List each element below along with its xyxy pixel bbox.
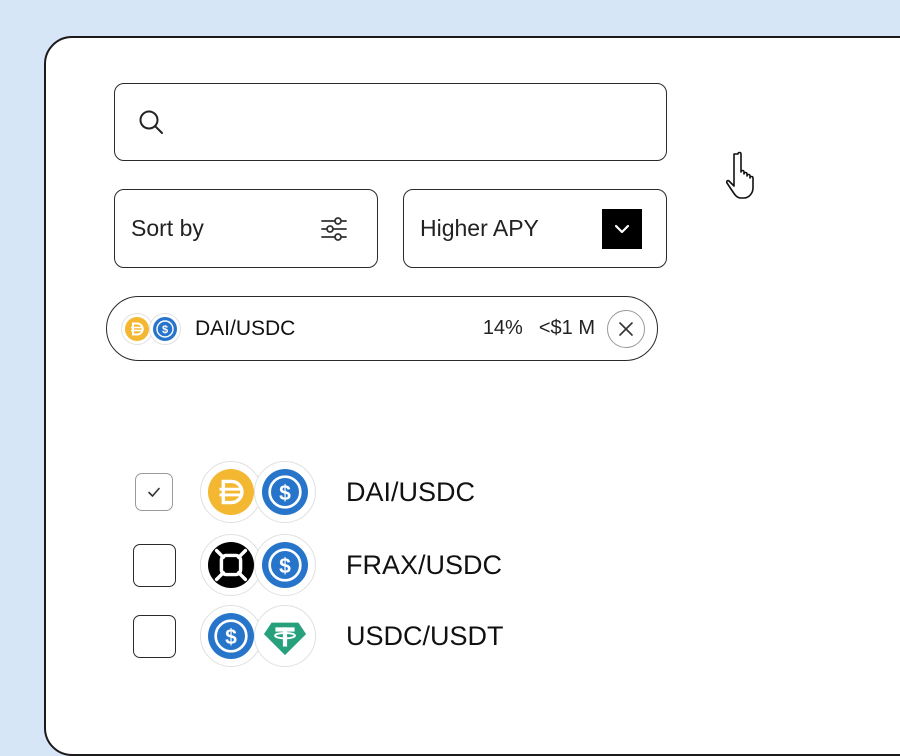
pool-pair-label: USDC/USDT [346, 620, 504, 651]
pool-checkbox[interactable] [133, 543, 176, 587]
svg-text:$: $ [225, 626, 237, 649]
svg-text:$: $ [279, 555, 291, 578]
chip-apy-value: 14% [482, 317, 523, 339]
list-item[interactable]: $ FRAX/USDC [0, 534, 900, 596]
order-dropdown[interactable]: Higher APY [403, 189, 667, 268]
svg-text:$: $ [162, 324, 168, 336]
pool-pair-label: DAI/USDC [346, 476, 476, 507]
frax-icon [200, 534, 262, 596]
search-field[interactable] [114, 83, 667, 161]
order-dropdown-label: Higher APY [420, 215, 539, 241]
pool-checkbox[interactable] [135, 473, 173, 511]
usdc-icon: $ [254, 534, 316, 596]
usdc-icon: $ [149, 312, 181, 345]
svg-text:$: $ [279, 482, 291, 505]
check-icon [148, 487, 160, 497]
search-icon [139, 110, 163, 134]
search-input[interactable] [175, 83, 666, 161]
hand-pointer-cursor [726, 151, 754, 199]
selected-pool-chip: $ DAI/USDC 14% <$1 M [106, 296, 658, 361]
chip-pair-label: DAI/USDC [195, 316, 296, 340]
list-item[interactable]: $ DAI/USDC [0, 461, 900, 523]
usdt-icon [254, 605, 316, 667]
chip-coin-pair: $ [121, 312, 181, 345]
sort-by-button[interactable]: Sort by [114, 189, 378, 268]
sliders-icon [321, 216, 347, 241]
dropdown-toggle[interactable] [602, 208, 642, 249]
dai-icon [200, 461, 262, 523]
chip-tvl-value: <$1 M [538, 317, 595, 339]
chevron-down-icon [614, 224, 630, 233]
sort-by-label: Sort by [131, 215, 204, 241]
usdc-icon: $ [200, 605, 262, 667]
list-item[interactable]: $ USDC/USDT [0, 605, 900, 667]
chip-remove-button[interactable] [607, 309, 645, 348]
pool-checkbox[interactable] [133, 614, 176, 658]
close-icon [619, 321, 633, 336]
pool-pair-label: FRAX/USDC [346, 549, 503, 580]
usdc-icon: $ [254, 461, 316, 523]
